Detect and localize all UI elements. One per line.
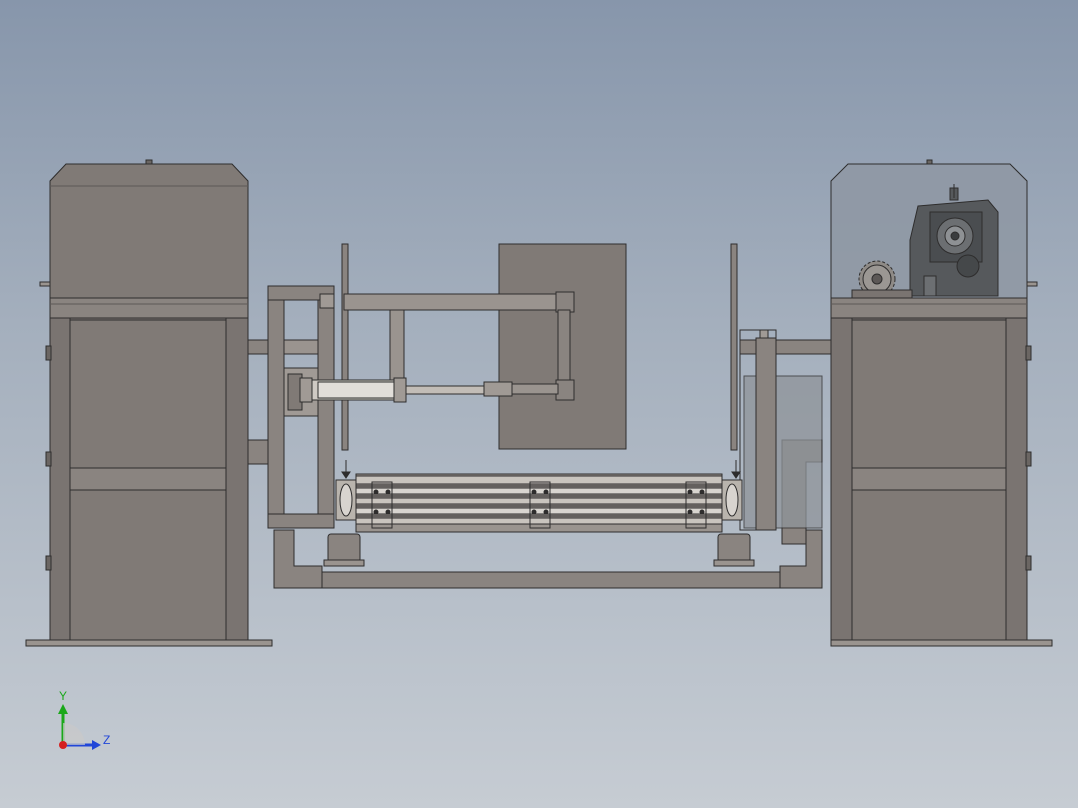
center-assembly — [247, 243, 832, 589]
machine-drawing: Y Z — [25, 159, 1053, 750]
axis-triad: Y Z — [58, 689, 110, 750]
left-top-plate — [49, 297, 249, 319]
left-top-housing — [49, 163, 249, 299]
y-axis-label: Y — [59, 689, 67, 703]
cad-viewport[interactable]: Y Z — [0, 0, 1078, 808]
right-connecting-arm — [739, 339, 832, 355]
z-axis-label: Z — [103, 733, 110, 747]
left-connecting-arm — [247, 339, 271, 355]
leveling-feet — [323, 533, 755, 567]
upper-arm — [343, 293, 559, 311]
roller-assembly — [335, 460, 743, 533]
right-foot-plate — [830, 639, 1053, 647]
right-hinged-plate — [730, 243, 738, 451]
left-hinged-plate — [341, 243, 349, 451]
left-cabinet — [25, 159, 273, 647]
right-cabinet — [830, 159, 1053, 647]
left-foot-plate — [25, 639, 273, 647]
right-top-plate — [830, 297, 1028, 319]
